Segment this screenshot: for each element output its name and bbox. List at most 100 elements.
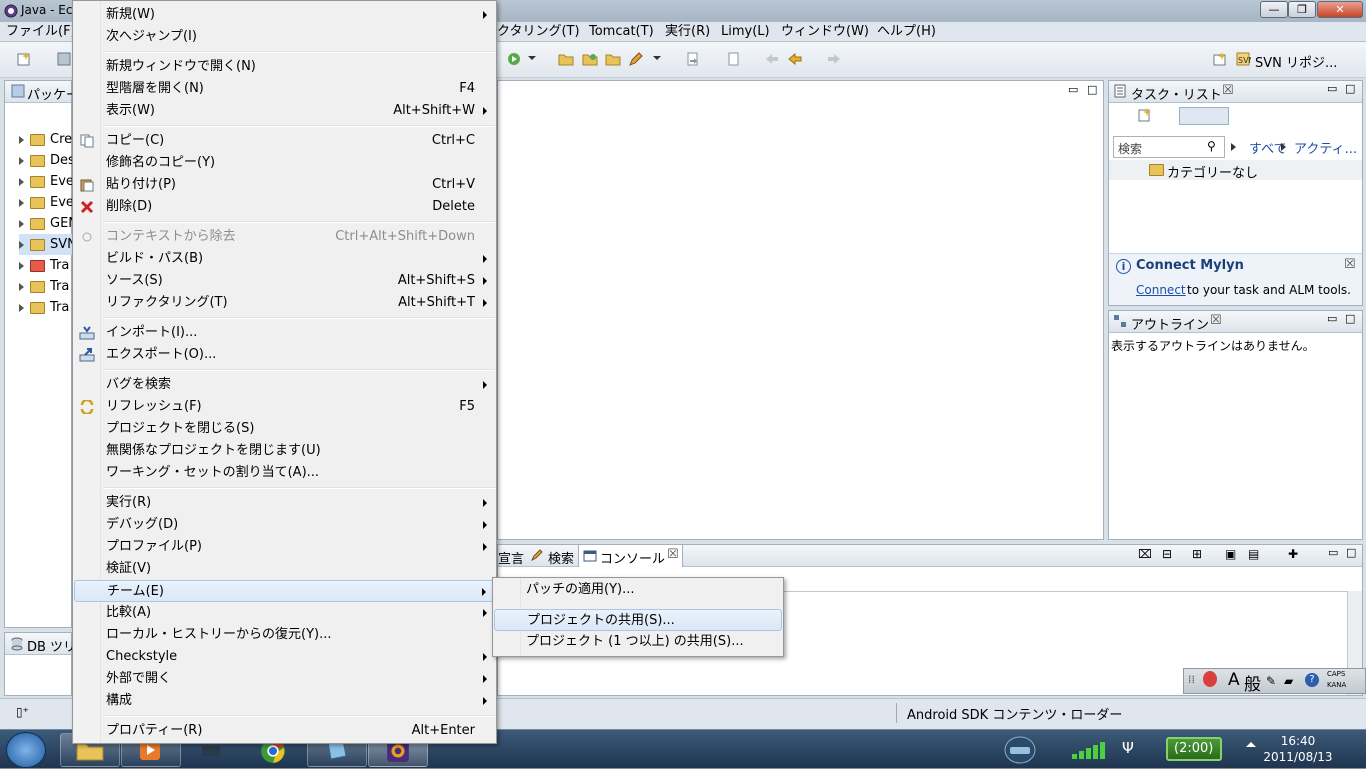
open-perspective-icon[interactable]	[1212, 51, 1228, 67]
run-icon[interactable]	[506, 51, 522, 67]
menu-item-open-new-window[interactable]: 新規ウィンドウで開く(N)	[74, 56, 495, 78]
save-icon[interactable]	[56, 51, 72, 67]
ime-tools-icon[interactable]: ✎	[1266, 674, 1276, 688]
menu-item-debug[interactable]: デバッグ(D)	[74, 514, 495, 536]
menu-item-compare[interactable]: 比較(A)	[74, 602, 495, 624]
tree-item-selected[interactable]: SVN	[19, 234, 77, 255]
menu-item-open-external[interactable]: 外部で開く	[74, 668, 495, 690]
open-resource-icon[interactable]	[605, 51, 621, 67]
menu-refactor[interactable]: クタリング(T)	[497, 22, 580, 42]
network-tray-button[interactable]	[1000, 733, 1040, 766]
maximize-button[interactable]: ❐	[1288, 1, 1316, 18]
expand-arrow-icon[interactable]	[19, 198, 24, 207]
connect-link[interactable]: Connect	[1136, 283, 1186, 297]
task-search-input[interactable]: 検索 ⚲	[1113, 136, 1225, 158]
close-button[interactable]: ✕	[1317, 1, 1363, 18]
submenu-item-share-project[interactable]: プロジェクトの共用(S)...	[494, 609, 782, 631]
close-icon[interactable]: ☒	[1344, 257, 1356, 272]
minimize-editor-icon[interactable]: ▭	[1068, 83, 1078, 96]
open-project-icon[interactable]	[582, 51, 598, 67]
menu-item-go-into[interactable]: 次へジャンプ(I)	[74, 26, 495, 48]
submenu-item-share-projects[interactable]: プロジェクト (1 つ以上) の共用(S)...	[494, 631, 782, 653]
maximize-editor-icon[interactable]: □	[1087, 83, 1097, 96]
signal-strength-icon[interactable]	[1070, 740, 1115, 760]
clear-console-icon[interactable]: ⌧	[1138, 547, 1152, 561]
minimize-panel-icon[interactable]: ▭	[1328, 546, 1338, 559]
menu-run[interactable]: 実行(R)	[665, 22, 710, 42]
tree-item[interactable]: Eve	[19, 192, 74, 213]
filter-active-link[interactable]: アクティ...	[1294, 138, 1357, 157]
menu-item-close-project[interactable]: プロジェクトを閉じる(S)	[74, 418, 495, 440]
menu-item-refresh[interactable]: リフレッシュ(F) F5	[74, 396, 495, 418]
maximize-panel-icon[interactable]: □	[1345, 312, 1355, 325]
menu-item-find-bugs[interactable]: バグを検索	[74, 374, 495, 396]
taskbar-clock[interactable]: 16:40 2011/08/13	[1258, 733, 1338, 765]
menu-item-assign-working-set[interactable]: ワーキング・セットの割り当て(A)...	[74, 462, 495, 484]
ime-dictionary-icon[interactable]: ▰	[1284, 674, 1293, 688]
menu-item-export[interactable]: エクスポート(O)...	[74, 344, 495, 366]
menu-item-restore-local-history[interactable]: ローカル・ヒストリーからの復元(Y)...	[74, 624, 495, 646]
submenu-item-apply-patch[interactable]: パッチの適用(Y)...	[494, 579, 782, 601]
display-console-icon[interactable]: ▣	[1225, 547, 1236, 561]
console-tab-active[interactable]: コンソール ☒	[578, 544, 683, 567]
expand-arrow-icon[interactable]	[19, 261, 24, 270]
forward-icon[interactable]	[826, 51, 842, 67]
menu-item-checkstyle[interactable]: Checkstyle	[74, 646, 495, 668]
new-task-icon[interactable]	[1137, 107, 1155, 123]
menu-limy[interactable]: Limy(L)	[721, 22, 770, 42]
menu-item-paste[interactable]: 貼り付け(P) Ctrl+V	[74, 174, 495, 196]
new-console-icon[interactable]: ✚	[1288, 547, 1298, 561]
expand-arrow-icon[interactable]	[19, 240, 24, 249]
ime-kanji-mode[interactable]: 般	[1244, 670, 1261, 695]
menu-item-import[interactable]: インポート(I)...	[74, 322, 495, 344]
task-view-toggle[interactable]	[1179, 107, 1229, 125]
menu-item-properties[interactable]: プロパティー(R) Alt+Enter	[74, 720, 495, 742]
menu-file[interactable]: ファイル(F)	[6, 22, 76, 42]
menu-item-open-type-hierarchy[interactable]: 型階層を開く(N) F4	[74, 78, 495, 100]
menu-help[interactable]: ヘルプ(H)	[877, 22, 936, 42]
tree-item[interactable]: Cre	[19, 129, 72, 150]
search-icon[interactable]: ⚲	[1207, 139, 1216, 153]
menu-item-profile[interactable]: プロファイル(P)	[74, 536, 495, 558]
menu-window[interactable]: ウィンドウ(W)	[781, 22, 869, 42]
scroll-lock-icon[interactable]: ⊟	[1162, 547, 1172, 561]
menu-item-close-unrelated[interactable]: 無関係なプロジェクトを閉じます(U)	[74, 440, 495, 462]
tree-item[interactable]: Des	[19, 150, 75, 171]
close-tab-icon[interactable]: ☒	[1222, 83, 1234, 98]
task-list-tab[interactable]: タスク・リスト	[1131, 84, 1222, 103]
tree-item[interactable]: Tra	[19, 276, 69, 297]
svn-perspective-label[interactable]: SVN リポジ...	[1255, 52, 1337, 71]
minimize-panel-icon[interactable]: ▭	[1327, 82, 1337, 95]
wireless-icon[interactable]: Ψ	[1122, 739, 1134, 757]
menu-item-refactor[interactable]: リファクタリング(T) Alt+Shift+T	[74, 292, 495, 314]
maximize-panel-icon[interactable]: □	[1345, 82, 1355, 95]
menu-item-validate[interactable]: 検証(V)	[74, 558, 495, 580]
menu-item-copy-qualified-name[interactable]: 修飾名のコピー(Y)	[74, 152, 495, 174]
battery-indicator[interactable]: (2:00)	[1166, 737, 1222, 761]
tree-item[interactable]: Tra	[19, 255, 69, 276]
show-hidden-icons-button[interactable]	[1246, 742, 1256, 747]
expand-arrow-icon[interactable]	[19, 177, 24, 186]
next-annotation-icon[interactable]	[685, 51, 701, 67]
expand-arrow-icon[interactable]	[19, 219, 24, 228]
menu-item-configure[interactable]: 構成	[74, 690, 495, 712]
outline-tab[interactable]: アウトライン	[1131, 314, 1209, 333]
ime-input-mode[interactable]: A	[1228, 670, 1240, 690]
menu-item-new[interactable]: 新規(W)	[74, 4, 495, 26]
open-console-icon[interactable]: ▤	[1248, 547, 1259, 561]
maximize-panel-icon[interactable]: □	[1346, 546, 1356, 559]
menu-item-copy[interactable]: コピー(C) Ctrl+C	[74, 130, 495, 152]
menu-item-show-in[interactable]: 表示(W) Alt+Shift+W	[74, 100, 495, 122]
expand-arrow-icon[interactable]	[19, 135, 24, 144]
menu-item-source[interactable]: ソース(S) Alt+Shift+S	[74, 270, 495, 292]
close-tab-icon[interactable]: ☒	[1210, 313, 1222, 328]
pin-console-icon[interactable]: ⊞	[1192, 547, 1202, 561]
ime-logo-icon[interactable]	[1203, 671, 1217, 687]
open-folder-icon[interactable]	[558, 51, 574, 67]
minimize-panel-icon[interactable]: ▭	[1327, 312, 1337, 325]
expand-arrow-icon[interactable]	[19, 303, 24, 312]
last-edit-icon[interactable]	[764, 51, 780, 67]
menu-item-delete[interactable]: 削除(D) Delete	[74, 196, 495, 218]
expand-arrow-icon[interactable]	[19, 282, 24, 291]
minimize-button[interactable]: —	[1260, 1, 1288, 18]
